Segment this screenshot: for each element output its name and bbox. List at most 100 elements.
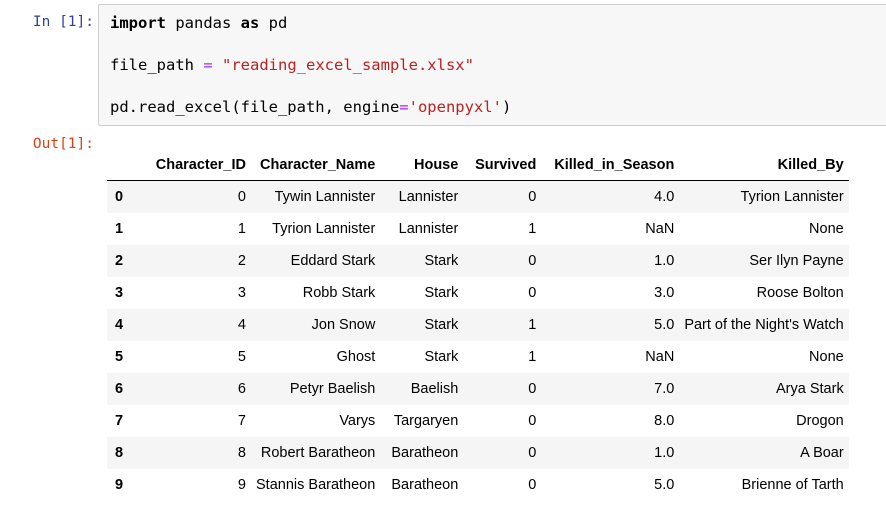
table-row: 7 7 Varys Targaryen 0 8.0 Drogon bbox=[107, 405, 849, 437]
table-row: 8 8 Robert Baratheon Baratheon 0 1.0 A B… bbox=[107, 437, 849, 469]
table-row: 1 1 Tyrion Lannister Lannister 1 NaN Non… bbox=[107, 213, 849, 245]
column-header: Survived bbox=[463, 149, 542, 181]
code-line-read-excel: pd.read_excel(file_path, engine='openpyx… bbox=[110, 98, 511, 116]
column-header: House bbox=[380, 149, 464, 181]
table-cell: Stark bbox=[424, 349, 459, 365]
code-string: 'openpyxl' bbox=[408, 98, 502, 116]
table-cell: Baratheon bbox=[391, 477, 459, 493]
row-index: 1 bbox=[115, 221, 124, 237]
row-index: 7 bbox=[115, 413, 124, 429]
column-header: Character_ID bbox=[137, 149, 251, 181]
table-cell: 1 bbox=[528, 317, 537, 333]
table-cell: 0 bbox=[528, 477, 537, 493]
table-cell: Targaryen bbox=[393, 413, 459, 429]
table-cell: Ser Ilyn Payne bbox=[749, 253, 844, 269]
table-cell: None bbox=[809, 221, 844, 237]
column-header: Character_Name bbox=[251, 149, 381, 181]
table-cell: NaN bbox=[645, 349, 675, 365]
table-cell: 9 bbox=[237, 477, 246, 493]
table-cell: A Boar bbox=[800, 445, 844, 461]
column-header-index bbox=[107, 149, 137, 181]
table-cell: 5 bbox=[237, 349, 246, 365]
table-cell: 1 bbox=[528, 221, 537, 237]
table-row: 5 5 Ghost Stark 1 NaN None bbox=[107, 341, 849, 373]
table-cell: 7.0 bbox=[654, 381, 675, 397]
code-text: ) bbox=[501, 98, 512, 116]
table-cell: Drogon bbox=[796, 413, 844, 429]
table-cell: 1.0 bbox=[654, 253, 675, 269]
table-cell: Lannister bbox=[398, 221, 459, 237]
code-text: pandas bbox=[166, 14, 241, 32]
table-row: 6 6 Petyr Baelish Baelish 0 7.0 Arya Sta… bbox=[107, 373, 849, 405]
row-index: 2 bbox=[115, 253, 124, 269]
code-string: "reading_excel_sample.xlsx" bbox=[212, 56, 474, 74]
code-line-import: import pandas as pd bbox=[110, 14, 287, 32]
table-cell: Varys bbox=[339, 413, 376, 429]
table-cell: Robert Baratheon bbox=[260, 445, 376, 461]
table-row: 9 9 Stannis Baratheon Baratheon 0 5.0 Br… bbox=[107, 469, 849, 501]
table-cell: 3.0 bbox=[654, 285, 675, 301]
code-operator: = bbox=[399, 98, 409, 116]
table-cell: Stark bbox=[424, 253, 459, 269]
table-cell: Baelish bbox=[410, 381, 459, 397]
keyword-as: as bbox=[240, 14, 260, 32]
table-cell: Petyr Baelish bbox=[289, 381, 376, 397]
table-cell: 4.0 bbox=[654, 189, 675, 205]
code-text: pd.read_excel(file_path, engine bbox=[110, 98, 400, 116]
table-cell: 3 bbox=[237, 285, 246, 301]
dataframe-output-table: Character_ID Character_Name House Surviv… bbox=[107, 149, 849, 501]
code-operator: = bbox=[203, 56, 213, 74]
table-cell: Robb Stark bbox=[302, 285, 376, 301]
table-cell: Arya Stark bbox=[776, 381, 844, 397]
table-cell: 0 bbox=[528, 253, 537, 269]
row-index: 3 bbox=[115, 285, 124, 301]
table-cell: 8.0 bbox=[654, 413, 675, 429]
row-index: 8 bbox=[115, 445, 124, 461]
code-cell-input[interactable]: import pandas as pd file_path = "reading… bbox=[98, 4, 886, 126]
table-cell: Stark bbox=[424, 317, 459, 333]
table-cell: 0 bbox=[528, 413, 537, 429]
table-cell: 7 bbox=[237, 413, 246, 429]
table-cell: Jon Snow bbox=[311, 317, 376, 333]
table-cell: 0 bbox=[528, 381, 537, 397]
table-cell: Stark bbox=[424, 285, 459, 301]
table-cell: 8 bbox=[237, 445, 246, 461]
table-row: 0 0 Tywin Lannister Lannister 0 4.0 Tyri… bbox=[107, 180, 849, 213]
column-header: Killed_in_Season bbox=[541, 149, 680, 181]
output-prompt: Out[1]: bbox=[32, 136, 94, 152]
input-prompt: In [1]: bbox=[32, 14, 94, 30]
table-cell: 6 bbox=[237, 381, 246, 397]
table-cell: Part of the Night's Watch bbox=[684, 317, 844, 333]
table-cell: Tyrion Lannister bbox=[272, 221, 376, 237]
row-index: 6 bbox=[115, 381, 124, 397]
row-index: 0 bbox=[115, 189, 124, 205]
table-cell: 0 bbox=[237, 189, 246, 205]
table-cell: Ghost bbox=[336, 349, 376, 365]
table-cell: 5.0 bbox=[654, 317, 675, 333]
table-cell: Stannis Baratheon bbox=[256, 477, 376, 493]
table-cell: NaN bbox=[645, 221, 675, 237]
table-row: 4 4 Jon Snow Stark 1 5.0 Part of the Nig… bbox=[107, 309, 849, 341]
code-line-file-path: file_path = "reading_excel_sample.xlsx" bbox=[110, 56, 474, 74]
table-cell: Lannister bbox=[398, 189, 459, 205]
code-text: file_path bbox=[110, 56, 204, 74]
row-index: 5 bbox=[115, 349, 124, 365]
table-cell: Tywin Lannister bbox=[274, 189, 376, 205]
table-cell: Eddard Stark bbox=[290, 253, 376, 269]
table-cell: Brienne of Tarth bbox=[741, 477, 844, 493]
table-cell: 5.0 bbox=[654, 477, 675, 493]
table-row: 2 2 Eddard Stark Stark 0 1.0 Ser Ilyn Pa… bbox=[107, 245, 849, 277]
code-text: pd bbox=[259, 14, 288, 32]
table-cell: Tyrion Lannister bbox=[740, 189, 844, 205]
table-cell: Baratheon bbox=[391, 445, 459, 461]
table-cell: Roose Bolton bbox=[756, 285, 844, 301]
table-row: 3 3 Robb Stark Stark 0 3.0 Roose Bolton bbox=[107, 277, 849, 309]
table-cell: 1 bbox=[528, 349, 537, 365]
table-header-row: Character_ID Character_Name House Surviv… bbox=[107, 149, 849, 181]
table-cell: 4 bbox=[237, 317, 246, 333]
row-index: 9 bbox=[115, 477, 124, 493]
table-cell: 0 bbox=[528, 285, 537, 301]
table-cell: 0 bbox=[528, 189, 537, 205]
table-cell: None bbox=[809, 349, 844, 365]
table-cell: 2 bbox=[237, 253, 246, 269]
